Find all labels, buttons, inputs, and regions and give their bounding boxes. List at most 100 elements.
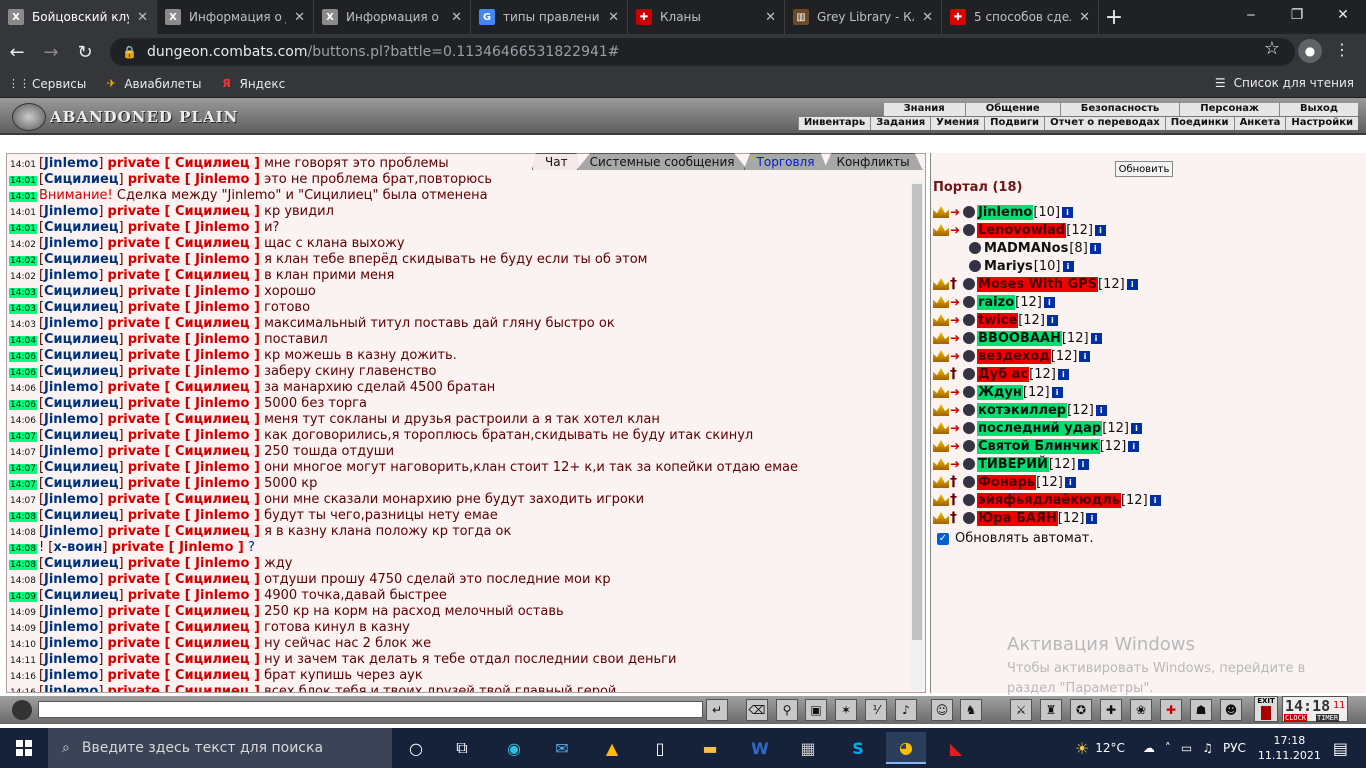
clan-button[interactable]: ✪	[1070, 699, 1092, 721]
group-button[interactable]: ☻	[1220, 699, 1242, 721]
minimize-button[interactable]: ‒	[1228, 0, 1274, 30]
back-button[interactable]: ←	[0, 37, 34, 67]
browser-tab[interactable]: X Информация о Jinlemo ✕	[157, 0, 314, 34]
recipient-name[interactable]: Сицилиец	[175, 668, 249, 683]
cortana-icon[interactable]: ○	[396, 732, 436, 764]
chat-input[interactable]	[38, 701, 703, 718]
clan-badge-icon[interactable]	[963, 314, 975, 326]
clan-badge-icon[interactable]	[963, 404, 975, 416]
menu-quests[interactable]: Задания	[870, 117, 930, 130]
crown-icon[interactable]	[933, 512, 949, 524]
sender-name[interactable]: Jinlemo	[44, 316, 98, 331]
cloud-icon[interactable]: ☁	[1143, 741, 1155, 755]
recipient-name[interactable]: Jinlemo	[195, 588, 249, 603]
refresh-button[interactable]: Обновить	[1115, 161, 1173, 177]
user-name[interactable]: котэкиллер	[977, 402, 1068, 418]
pdf-icon[interactable]: ◣	[936, 732, 976, 764]
exit-button[interactable]: EXIT	[1254, 696, 1278, 722]
sender-name[interactable]: Сицилиец	[44, 284, 118, 299]
recipient-name[interactable]: Jinlemo	[195, 284, 249, 299]
user-name[interactable]: Moses With GPS	[977, 276, 1099, 292]
info-icon[interactable]: i	[1043, 296, 1055, 308]
maximize-button[interactable]: ❐	[1274, 0, 1320, 30]
recipient-name[interactable]: Сицилиец	[175, 684, 249, 692]
bookmark-services[interactable]: ⋮⋮ Сервисы	[8, 77, 86, 91]
clan-badge-icon[interactable]	[963, 206, 975, 218]
network-icon[interactable]: ▭	[1181, 741, 1192, 755]
recipient-name[interactable]: Сицилиец	[175, 492, 249, 507]
recipient-name[interactable]: Jinlemo	[195, 556, 249, 571]
tray-chevron-icon[interactable]: ˄	[1165, 741, 1171, 755]
sender-name[interactable]: Jinlemo	[44, 268, 98, 283]
message-time[interactable]: 14:01	[9, 176, 37, 186]
user-name[interactable]: Святой Блинчик	[977, 438, 1100, 454]
checkbox-checked-icon[interactable]: ✓	[937, 532, 949, 545]
browser-menu-icon[interactable]: ⋮	[1334, 40, 1350, 59]
message-time[interactable]: 14:01	[9, 224, 37, 234]
user-name[interactable]: Дуб ас	[977, 366, 1030, 382]
info-icon[interactable]: i	[1149, 494, 1161, 506]
user-name[interactable]: Jinlemo	[977, 204, 1034, 220]
sender-name[interactable]: Jinlemo	[44, 604, 98, 619]
message-time[interactable]: 14:06	[9, 368, 37, 378]
browser-tab[interactable]: ✚ 5 способов сделать ✕	[942, 0, 1099, 34]
crown-icon[interactable]	[933, 314, 949, 326]
reading-list-button[interactable]: ☰ Список для чтения	[1215, 76, 1354, 90]
sender-name[interactable]: Сицилиец	[44, 396, 118, 411]
info-icon[interactable]: i	[1128, 440, 1140, 452]
message-time[interactable]: 14:07	[9, 432, 37, 442]
close-tab-icon[interactable]: ✕	[1079, 10, 1090, 25]
crown-icon[interactable]	[933, 476, 949, 488]
recipient-name[interactable]: Jinlemo	[195, 348, 249, 363]
menu-feats[interactable]: Подвиги	[984, 117, 1044, 130]
sender-name[interactable]: Сицилиец	[44, 588, 118, 603]
crown-icon[interactable]	[933, 206, 949, 218]
clan-badge-icon[interactable]	[963, 476, 975, 488]
recipient-name[interactable]: Jinlemo	[195, 300, 249, 315]
user-name[interactable]: Mariys	[983, 259, 1034, 274]
timer-label[interactable]: TIMER	[1316, 714, 1340, 722]
menu-settings[interactable]: Настройки	[1285, 117, 1358, 130]
close-tab-icon[interactable]: ✕	[765, 10, 776, 25]
message-time[interactable]: 14:06	[9, 352, 37, 362]
sender-name[interactable]: Сицилиец	[44, 556, 118, 571]
bag-button[interactable]: ♜	[1040, 699, 1062, 721]
smiley-menu-icon[interactable]	[12, 700, 32, 720]
sender-name[interactable]: Jinlemo	[44, 572, 98, 587]
browser-tab[interactable]: X Бойцовский клуб ✕	[0, 0, 157, 34]
message-time[interactable]: 14:02	[9, 272, 37, 282]
recipient-name[interactable]: Сицилиец	[175, 636, 249, 651]
message-time[interactable]: 14:10	[9, 640, 37, 650]
info-icon[interactable]: i	[1089, 242, 1101, 254]
message-time[interactable]: 14:08	[9, 576, 37, 586]
attack-button[interactable]: ⚔	[1010, 699, 1032, 721]
recipient-name[interactable]: Сицилиец	[175, 204, 249, 219]
recipient-name[interactable]: Сицилиец	[175, 268, 249, 283]
clan-badge-icon[interactable]	[963, 512, 975, 524]
browser-tab[interactable]: ✚ Кланы ✕	[628, 0, 785, 34]
bookmark-flights[interactable]: ✈ Авиабилеты	[104, 77, 202, 91]
recipient-name[interactable]: Сицилиец	[175, 380, 249, 395]
message-time[interactable]: 14:06	[9, 384, 37, 394]
message-time[interactable]: 14:03	[9, 320, 37, 330]
chrome-icon[interactable]: ◕	[886, 732, 926, 764]
crown-icon[interactable]	[933, 494, 949, 506]
auto-refresh-toggle[interactable]: ✓ Обновлять автомат.	[937, 531, 1094, 546]
info-icon[interactable]: i	[1077, 458, 1089, 470]
user-name[interactable]: эйяфьядлаёкюдль	[977, 492, 1121, 508]
info-icon[interactable]: i	[1094, 224, 1106, 236]
crown-icon[interactable]	[933, 422, 949, 434]
bookmark-star-icon[interactable]: ☆	[1264, 38, 1280, 59]
tab-trade[interactable]: Торговля	[743, 153, 828, 170]
close-window-button[interactable]: ✕	[1320, 0, 1366, 30]
recipient-name[interactable]: Jinlemo	[195, 476, 249, 491]
info-icon[interactable]: i	[1062, 206, 1074, 218]
recipient-name[interactable]: Сицилиец	[175, 156, 249, 171]
helmet-button[interactable]: ♞	[960, 699, 982, 721]
save-log-button[interactable]: ▣	[805, 699, 827, 721]
message-time[interactable]: 14:08	[9, 560, 37, 570]
recipient-name[interactable]: Сицилиец	[175, 412, 249, 427]
clan-badge-icon[interactable]	[963, 386, 975, 398]
recipient-name[interactable]: Сицилиец	[175, 620, 249, 635]
message-time[interactable]: 14:03	[9, 304, 37, 314]
